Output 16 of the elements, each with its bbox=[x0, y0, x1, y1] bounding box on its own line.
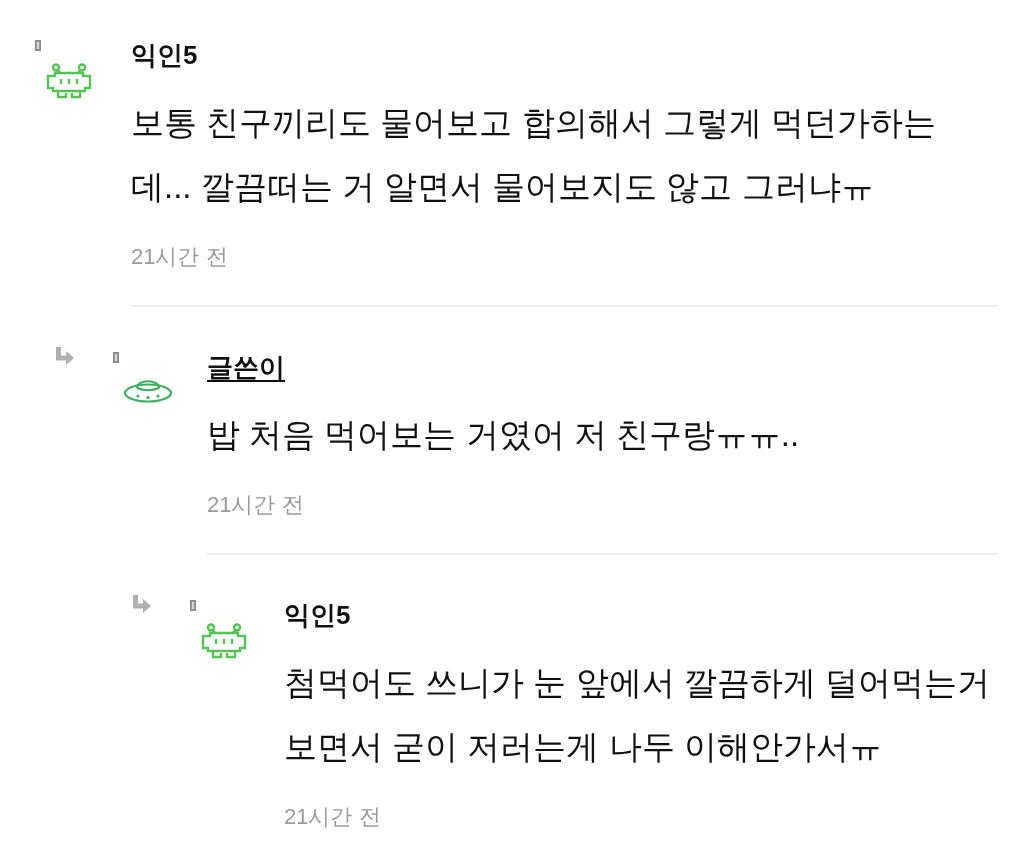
timestamp: 21시간 전 bbox=[284, 803, 381, 831]
space-invader-avatar-icon bbox=[200, 623, 248, 659]
reply-arrow-icon bbox=[132, 595, 152, 613]
rectangle-icon bbox=[35, 40, 41, 51]
reply-arrow-icon bbox=[55, 347, 75, 365]
username: 익인5 bbox=[284, 599, 351, 631]
comment-text: 보통 친구끼리도 물어보고 합의해서 그렇게 먹던가하는데... 깔끔떠는 거 알면서 물어보지도 않고 그러냐ㅠ bbox=[131, 103, 937, 207]
comment-text: 첨먹어도 쓰니가 눈 앞에서 깔끔하게 덜어먹는거 보면서 굳이 저러는게 나두 이해안가서ㅠ bbox=[284, 663, 991, 767]
rectangle-icon bbox=[190, 600, 196, 611]
username: 글쓴이 bbox=[207, 351, 285, 383]
space-invader-avatar-icon bbox=[45, 63, 93, 99]
timestamp: 21시간 전 bbox=[207, 491, 304, 519]
timestamp: 21시간 전 bbox=[131, 243, 228, 271]
rectangle-icon bbox=[113, 352, 119, 363]
username: 익인5 bbox=[131, 39, 198, 71]
comment-text: 밥 처음 먹어보는 거였어 저 친구랑ㅠㅠ.. bbox=[207, 415, 801, 455]
